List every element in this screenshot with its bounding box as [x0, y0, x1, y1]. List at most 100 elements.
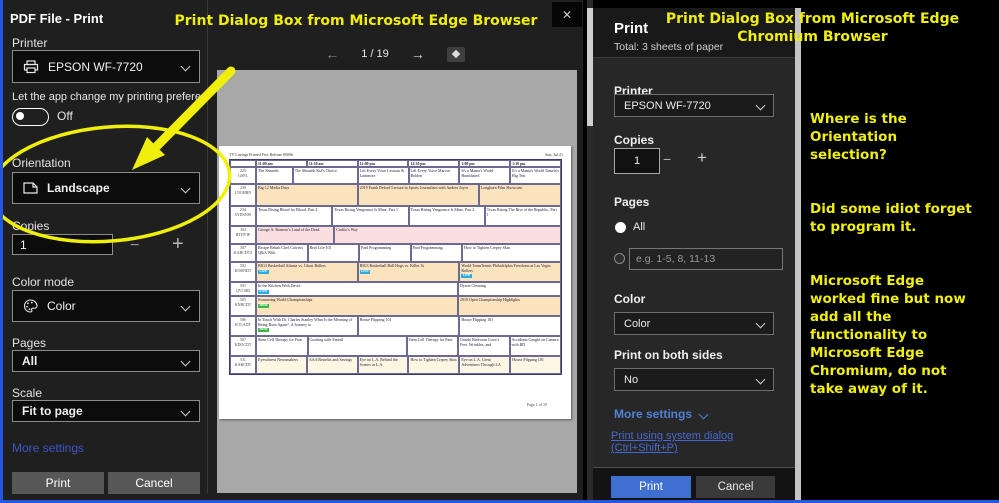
pages-value: All	[22, 354, 37, 368]
tv-badge: NEW	[258, 304, 269, 308]
tv-channel-cell: 225 GSPL	[230, 167, 256, 184]
tv-badge: LIVE	[258, 270, 269, 274]
copies-plus-button[interactable]: +	[697, 148, 707, 168]
more-settings-link[interactable]: More settings	[614, 407, 708, 421]
tv-badge: LIVE	[360, 270, 371, 274]
more-settings-link[interactable]: More settings	[12, 441, 84, 455]
pages-all-radio[interactable]	[615, 222, 626, 233]
scale-value: Fit to page	[22, 404, 83, 418]
tv-program-cell: Texas Rising Vengeance Is Mine, Part 1	[332, 206, 408, 226]
tv-time-cell: 1:00 pm	[459, 160, 510, 167]
tv-program-cell: Texas Rising Vengeance Is Mine, Part 2	[409, 206, 485, 226]
cancel-button[interactable]: Cancel	[108, 472, 200, 494]
tv-program-cell: World TeamTennis Philadelphia Freedoms a…	[459, 262, 561, 282]
pages-dropdown[interactable]: All	[12, 350, 200, 372]
tv-program-cell: Untidy Bedroom Crow's Feet, Wrinkles, an…	[458, 336, 510, 356]
close-icon: ✕	[562, 8, 572, 22]
tv-time-cell: 12:00 pm	[358, 160, 409, 167]
system-dialog-link[interactable]: Print using system dialog (Ctrl+Shift+P)	[611, 430, 795, 454]
border-left	[0, 0, 3, 503]
printer-dropdown[interactable]: EPSON WF-7720	[614, 94, 774, 117]
print-button[interactable]: Print	[611, 476, 691, 498]
tv-program-cell: Dyson Cleaning	[458, 282, 561, 296]
app-preference-toggle[interactable]	[12, 108, 49, 126]
pages-range-radio[interactable]	[614, 253, 625, 264]
printer-value: EPSON WF-7720	[624, 100, 711, 112]
note-orientation-question: Where is the Orientation selection?	[810, 110, 995, 164]
screenshot-root: PDF File - Print ✕ Printer EPSON WF-7720…	[0, 0, 999, 503]
document-date: Sun, Jul 21	[545, 152, 563, 157]
note-idiot: Did some idiot forget to program it.	[810, 200, 995, 236]
print-button[interactable]: Print	[12, 472, 104, 494]
copies-plus-button[interactable]: +	[172, 233, 184, 256]
more-settings-label: More settings	[614, 407, 692, 421]
cancel-button[interactable]: Cancel	[696, 476, 775, 498]
printer-dropdown[interactable]: EPSON WF-7720	[12, 50, 200, 83]
tv-program-cell: Lift Every Voice Marcus Bolden	[409, 167, 460, 184]
tv-program-cell: Recipe Rehab Chef Calvin's Q&A With	[256, 244, 308, 262]
annotation-notes: Where is the Orientation selection? Did …	[810, 92, 995, 416]
tv-program-cell: Stem Cell Therapy for Pain	[407, 336, 459, 356]
tv-row: 511 KABCDTEyewitness NewsmakersAAA Benef…	[230, 356, 561, 374]
tv-channel-cell: 511 KABCDT	[230, 356, 256, 374]
printer-label: Printer	[12, 36, 47, 50]
fit-to-page-icon[interactable]	[447, 47, 465, 62]
scale-dropdown[interactable]: Fit to page	[12, 400, 200, 422]
app-preference-label: Let the app change my printing preferenc…	[12, 91, 204, 103]
tv-row: 230 LNGHRNBig 12 Media Days2019 Frank De…	[230, 184, 561, 206]
next-page-icon[interactable]: →	[411, 46, 425, 62]
tv-program-cell: It's a Mama's World Tamela's Big Test	[510, 167, 561, 184]
tv-program-cell: In the Kitchen With DavidLIVE	[256, 282, 458, 296]
chevron-down-icon	[181, 407, 190, 416]
fit-glyph	[452, 50, 460, 58]
tv-program-cell: House Flipping 101	[459, 316, 561, 336]
tv-channel-cell: 302 RTDVIP	[230, 226, 256, 244]
orientation-dropdown[interactable]: Landscape	[12, 172, 200, 204]
tv-program-cell: Eye on L.A. Great Adventures Through LA	[459, 356, 510, 374]
copies-input[interactable]	[12, 234, 113, 255]
both-sides-dropdown[interactable]: No	[614, 368, 774, 391]
toggle-knob	[16, 112, 24, 120]
tv-row: 234 SYDSNWTexas Rising Blood for Blood, …	[230, 206, 561, 226]
tv-row: 302 RTDVIPGeorge A. Romero's Land of the…	[230, 226, 561, 244]
tv-program-cell: The Shearith	[256, 167, 293, 184]
orientation-value: Landscape	[47, 181, 110, 195]
chevron-down-icon	[181, 357, 190, 366]
tv-program-cell: House Flipping 101	[358, 316, 460, 336]
printer-value: EPSON WF-7720	[48, 60, 143, 74]
tv-program-cell: Cooking with Emeril	[308, 336, 407, 356]
toggle-state-label: Off	[57, 109, 73, 123]
tv-program-cell: How to Tighten Crepey Skin	[408, 356, 459, 374]
chevron-down-icon	[181, 62, 190, 71]
landscape-page-icon	[23, 182, 38, 194]
color-mode-value: Color	[47, 299, 76, 313]
document-title: TV Listings Printed Fios Release 80066	[229, 152, 293, 157]
dialog-scrollbar[interactable]	[795, 8, 801, 503]
color-dropdown[interactable]: Color	[614, 312, 774, 335]
tv-channel-cell: 507 KDOCDT	[230, 336, 256, 356]
tv-row: 502 KOBNDTBIG3 Basketball Atlanta vs. Gh…	[230, 262, 561, 282]
pages-range-input[interactable]	[629, 248, 783, 270]
close-button[interactable]: ✕	[552, 2, 582, 27]
tv-program-cell: How to Tighten Crepey Skin	[462, 244, 561, 262]
tv-channel-cell: 502 KOBNDT	[230, 262, 256, 282]
copies-minus-button[interactable]: −	[130, 237, 139, 255]
chevron-down-icon	[756, 375, 765, 384]
tv-badge: LIVE	[461, 274, 472, 278]
edge-print-window: PDF File - Print ✕ Printer EPSON WF-7720…	[3, 0, 583, 500]
preview-page: TV Listings Printed Fios Release 80066 S…	[219, 146, 571, 419]
tv-time-cell: 12:30 pm	[408, 160, 459, 167]
tv-row: 506 KTLADTIn Touch With Dr. Charles Stan…	[230, 316, 561, 336]
tv-row: 505 KNBCDTSwimming World ChampionshipsNE…	[230, 296, 561, 316]
previous-page-icon[interactable]: ←	[325, 46, 339, 62]
palette-icon	[23, 299, 38, 313]
right-annotation-title: Print Dialog Box from Microsoft Edge Chr…	[640, 10, 985, 46]
tv-badge: NEW	[258, 328, 269, 332]
pages-label: Pages	[12, 336, 46, 350]
color-mode-dropdown[interactable]: Color	[12, 290, 200, 322]
left-annotation-title: Print Dialog Box from Microsoft Edge Bro…	[160, 13, 552, 29]
orientation-label: Orientation	[12, 156, 71, 170]
copies-minus-button[interactable]: −	[663, 151, 671, 167]
copies-input[interactable]	[614, 148, 660, 174]
chevron-down-icon	[756, 101, 765, 110]
